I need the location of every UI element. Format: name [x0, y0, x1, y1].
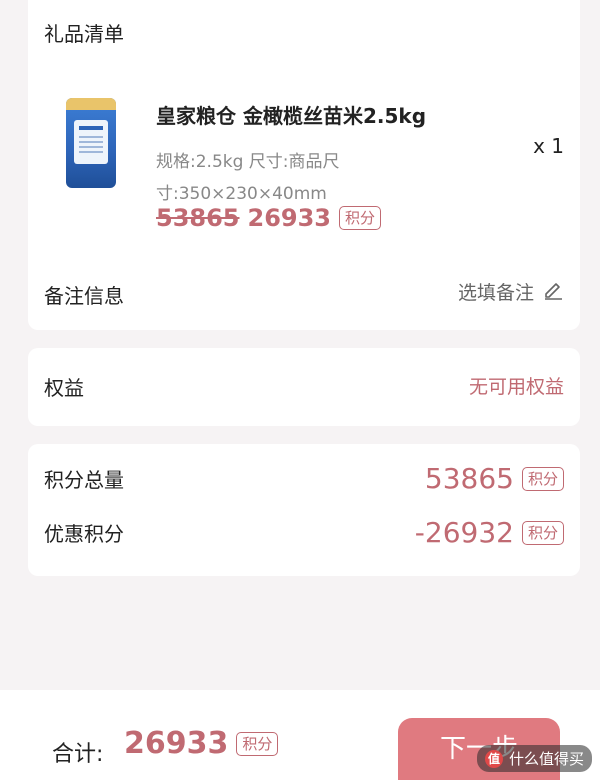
- gift-list-title: 礼品清单: [44, 22, 124, 46]
- total-points-label: 积分总量: [44, 468, 124, 492]
- rights-card[interactable]: 权益 无可用权益: [28, 348, 580, 426]
- rice-bag-image[interactable]: [66, 98, 116, 188]
- pencil-icon: [542, 278, 564, 305]
- current-points: 26933: [247, 204, 332, 232]
- total-value-row: 26933 积分: [124, 726, 279, 761]
- product-spec: 规格:2.5kg 尺寸:商品尺寸:350×230×40mm: [156, 152, 340, 204]
- checkout-footer: 合计: 26933 积分 下一步 值 什么值得买: [0, 690, 600, 780]
- watermark-text: 什么值得买: [508, 750, 584, 768]
- discount-points-label: 优惠积分: [44, 522, 124, 546]
- total-points-value: 53865: [424, 462, 514, 495]
- points-unit-badge: 积分: [236, 731, 279, 756]
- rights-value-row: 无可用权益: [469, 372, 564, 399]
- discount-points-row: -26932 积分: [415, 516, 564, 549]
- product-name[interactable]: 皇家粮仓 金橄榄丝苗米2.5kg: [156, 100, 426, 129]
- product-quantity: x 1: [533, 134, 564, 158]
- bag-label: [74, 120, 108, 164]
- bag-top-band: [66, 98, 116, 110]
- points-unit-badge: 积分: [521, 466, 564, 491]
- total-points-row: 53865 积分: [425, 462, 564, 495]
- product-price-row: 53865 26933 积分: [156, 204, 382, 232]
- remark-placeholder: 选填备注: [457, 282, 534, 304]
- points-unit-badge: 积分: [521, 520, 564, 545]
- remark-input-trigger[interactable]: 选填备注: [458, 278, 564, 305]
- total-amount: 26933: [124, 726, 229, 761]
- remark-label: 备注信息: [44, 284, 124, 308]
- rights-value: 无可用权益: [468, 376, 564, 398]
- gift-list-card: 礼品清单 皇家粮仓 金橄榄丝苗米2.5kg 规格:2.5kg 尺寸:商品尺寸:3…: [28, 0, 580, 330]
- watermark: 值 什么值得买: [476, 745, 592, 772]
- rights-label: 权益: [44, 376, 84, 400]
- original-points: 53865: [156, 204, 240, 232]
- points-summary-card: 积分总量 53865 积分 优惠积分 -26932 积分: [28, 444, 580, 576]
- total-label: 合计:: [52, 742, 104, 767]
- discount-points-value: -26932: [414, 516, 514, 549]
- points-unit-badge: 积分: [339, 206, 382, 230]
- smzdm-logo-icon: 值: [484, 749, 503, 768]
